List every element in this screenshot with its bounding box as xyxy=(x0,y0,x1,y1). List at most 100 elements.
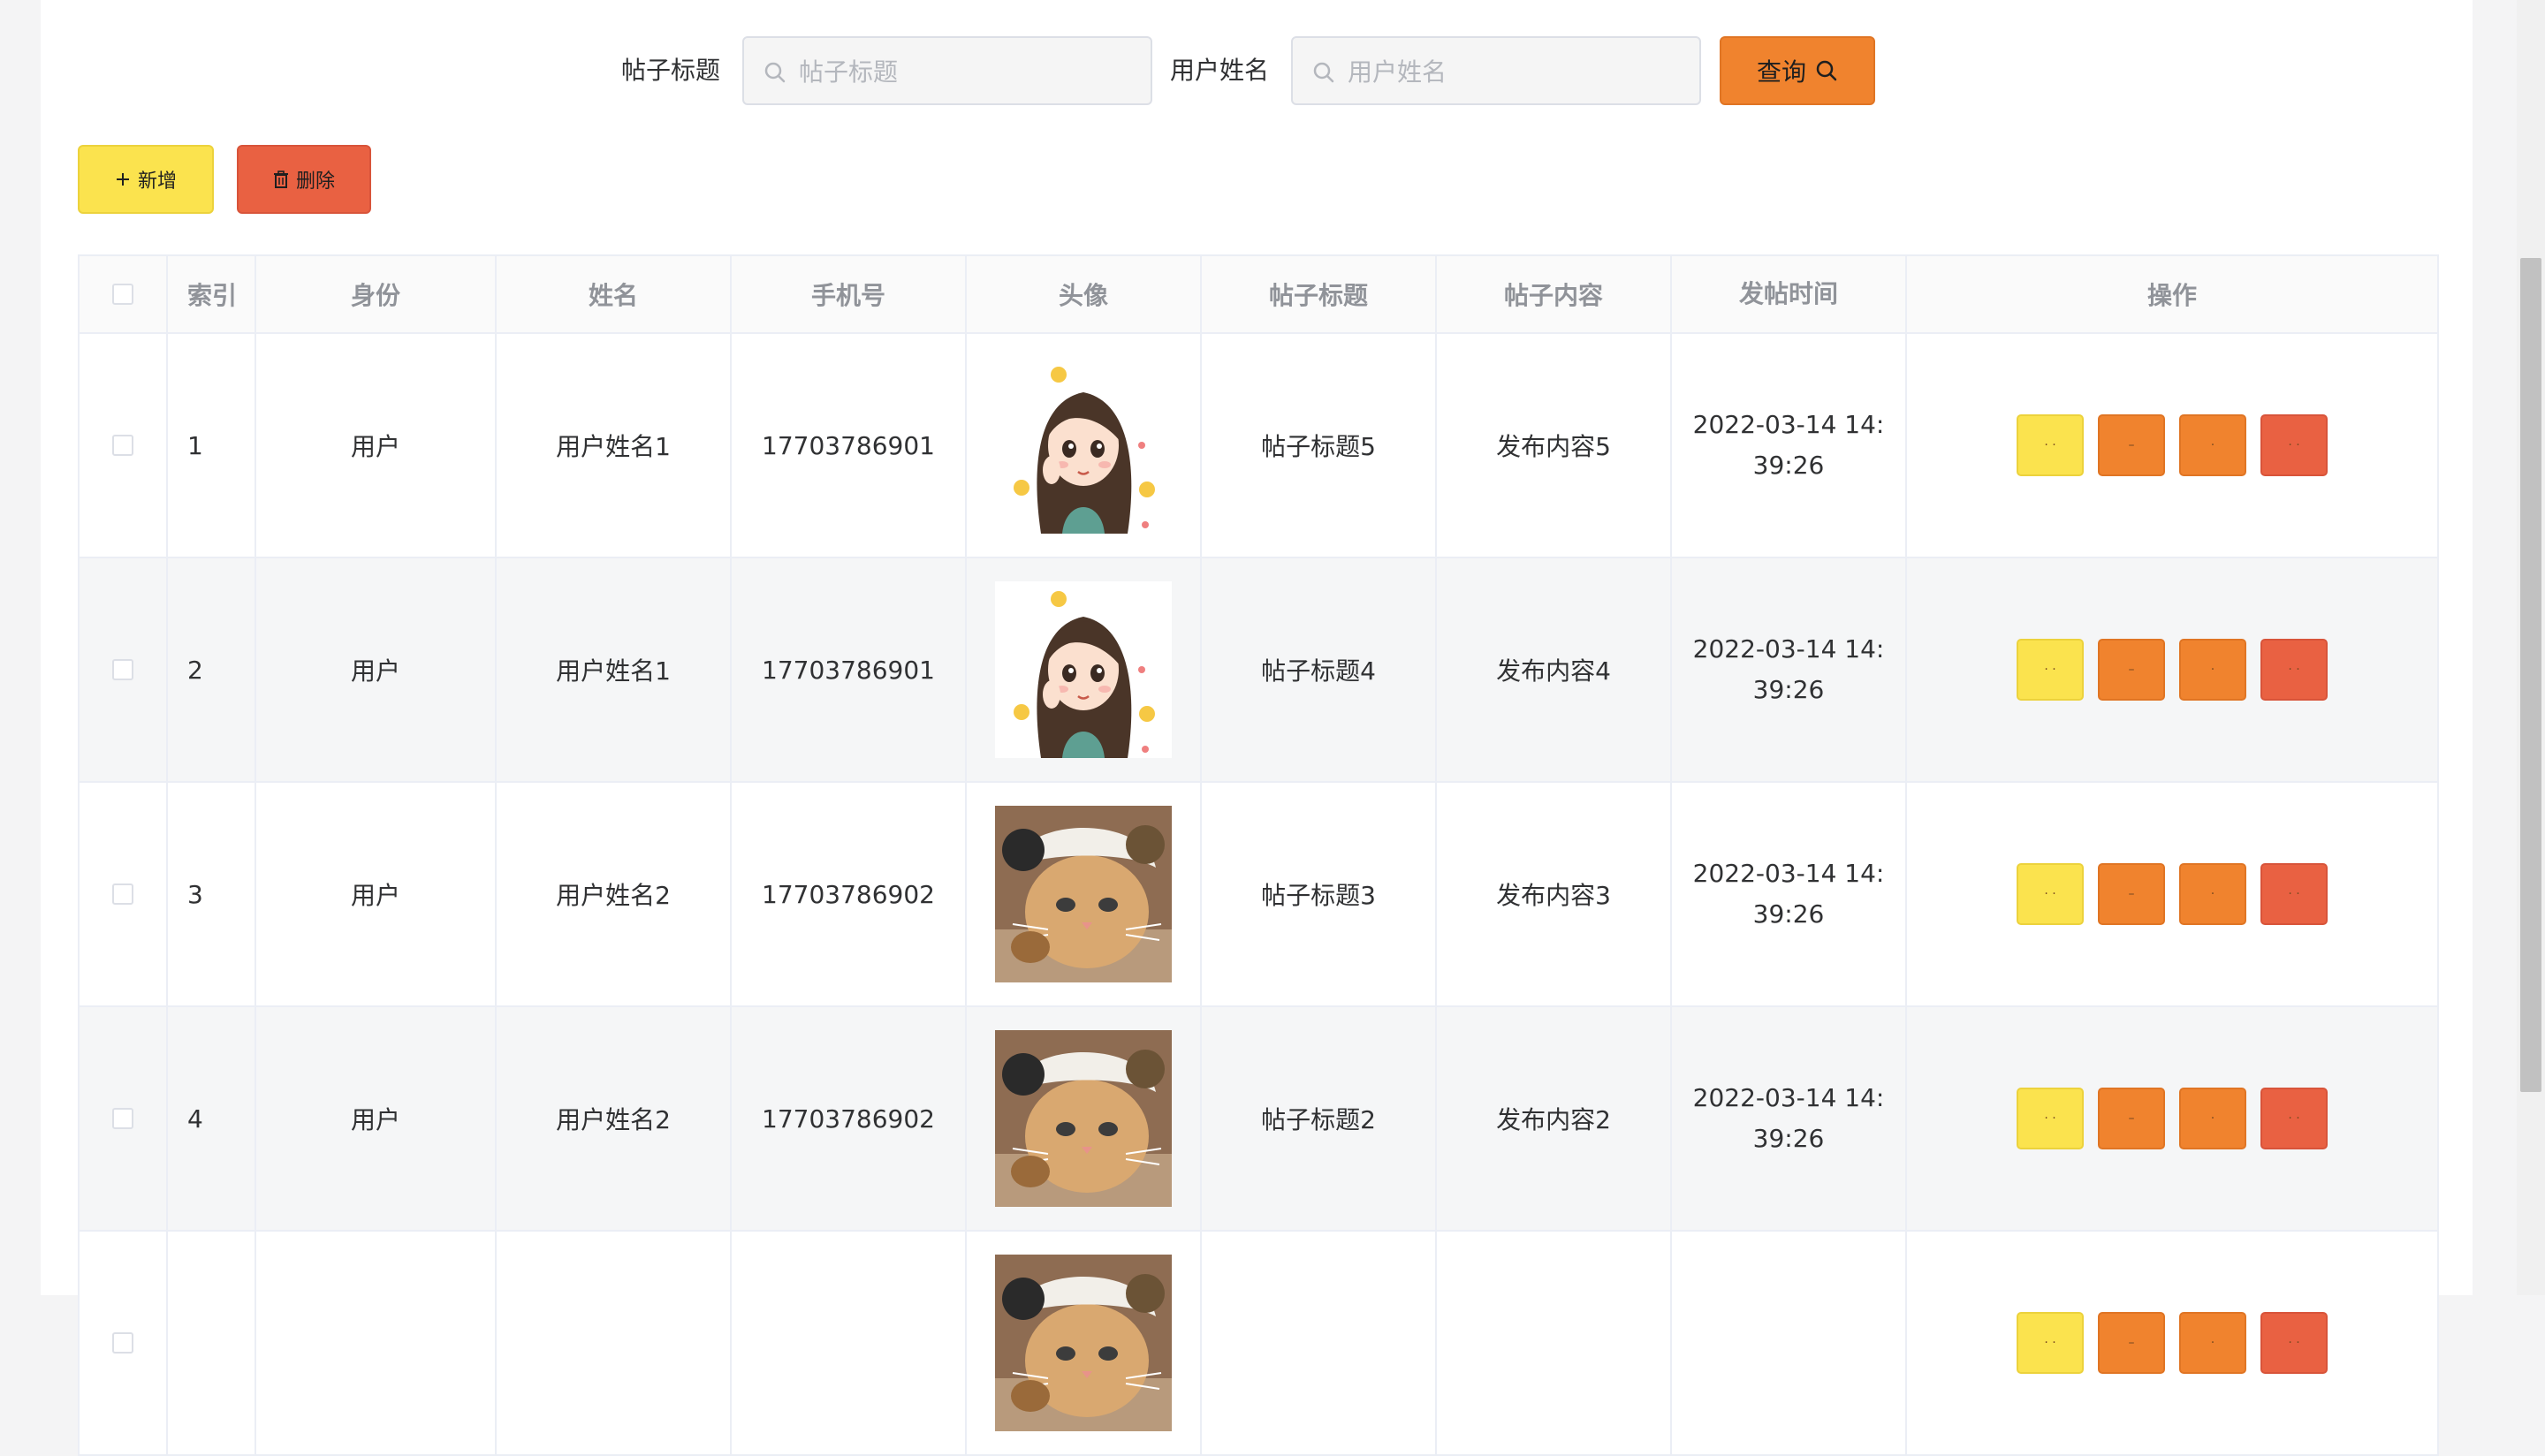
search-icon xyxy=(764,62,786,83)
row-actions: · · – · · · xyxy=(1907,1232,2439,1456)
row-action-button[interactable]: · · xyxy=(2260,1312,2328,1374)
query-button-label: 查询 xyxy=(1756,57,1806,87)
row-post-time: 2022-03-14 14:39:26 xyxy=(1672,1007,1907,1232)
row-action-button[interactable]: – xyxy=(2098,414,2165,476)
row-action-button[interactable]: · · xyxy=(2017,863,2084,925)
row-user-name: 用户姓名2 xyxy=(497,783,732,1007)
row-checkbox-cell xyxy=(80,558,168,783)
row-checkbox-cell xyxy=(80,1007,168,1232)
row-action-button[interactable]: · · xyxy=(2260,639,2328,701)
row-action-button[interactable]: · xyxy=(2179,639,2246,701)
row-action-button[interactable]: · xyxy=(2179,414,2246,476)
table-row: 2 用户 用户姓名1 17703786901 帖子标题4 发布内容4 2022-… xyxy=(80,558,2439,783)
select-all-checkbox[interactable] xyxy=(112,284,133,305)
delete-button[interactable]: 删除 xyxy=(237,145,371,214)
add-button[interactable]: 新增 xyxy=(78,145,214,214)
row-action-label: – xyxy=(2128,663,2135,677)
row-action-label: – xyxy=(2128,1111,2135,1126)
row-action-button[interactable]: · xyxy=(2179,1088,2246,1149)
row-checkbox-cell xyxy=(80,1232,168,1456)
row-action-label: · xyxy=(2210,663,2215,677)
row-post-time: 2022-03-14 14:39:26 xyxy=(1672,334,1907,558)
row-index: 4 xyxy=(168,1007,256,1232)
row-action-button[interactable]: · xyxy=(2179,863,2246,925)
user-name-label: 用户姓名 xyxy=(1170,56,1270,85)
row-action-button[interactable]: · · xyxy=(2260,863,2328,925)
user-name-search-field[interactable] xyxy=(1291,36,1701,105)
post-title-input[interactable] xyxy=(797,38,1145,105)
table-header-row: 索引 身份 姓名 手机号 头像 帖子标题 帖子内容 发帖时间 操作 xyxy=(80,256,2439,334)
row-actions: · · – · · · xyxy=(1907,1007,2439,1232)
row-action-button[interactable]: · · xyxy=(2017,1088,2084,1149)
row-action-label: · · xyxy=(2044,1336,2056,1350)
row-role xyxy=(256,1232,497,1456)
plus-icon xyxy=(116,173,129,186)
header-avatar: 头像 xyxy=(967,256,1202,334)
row-action-label: · · xyxy=(2044,1111,2056,1126)
row-index xyxy=(168,1232,256,1456)
row-action-label: – xyxy=(2128,438,2135,452)
row-checkbox-cell xyxy=(80,783,168,1007)
row-checkbox[interactable] xyxy=(112,883,133,905)
query-button[interactable]: 查询 xyxy=(1720,36,1875,105)
table-row: 1 用户 用户姓名1 17703786901 帖子标题5 发布内容5 2022-… xyxy=(80,334,2439,558)
avatar-image xyxy=(995,1255,1172,1431)
row-action-label: · · xyxy=(2044,438,2056,452)
row-checkbox[interactable] xyxy=(112,659,133,680)
row-action-button[interactable]: – xyxy=(2098,1088,2165,1149)
avatar-image xyxy=(995,357,1172,534)
row-post-title: 帖子标题5 xyxy=(1202,334,1437,558)
row-action-label: · xyxy=(2210,1111,2215,1126)
header-role: 身份 xyxy=(256,256,497,334)
row-index: 1 xyxy=(168,334,256,558)
row-post-title: 帖子标题3 xyxy=(1202,783,1437,1007)
row-action-button[interactable]: · · xyxy=(2260,414,2328,476)
row-action-label: · xyxy=(2210,887,2215,901)
post-title-search-field[interactable] xyxy=(742,36,1152,105)
row-checkbox[interactable] xyxy=(112,1332,133,1354)
row-phone xyxy=(732,1232,967,1456)
row-action-label: · · xyxy=(2288,438,2300,452)
row-user-name: 用户姓名1 xyxy=(497,558,732,783)
row-phone: 17703786902 xyxy=(732,783,967,1007)
row-action-button[interactable]: · · xyxy=(2017,639,2084,701)
row-action-button[interactable]: · xyxy=(2179,1312,2246,1374)
row-avatar-cell xyxy=(967,1232,1202,1456)
row-action-label: · xyxy=(2210,1336,2215,1350)
row-post-title: 帖子标题4 xyxy=(1202,558,1437,783)
row-post-title xyxy=(1202,1232,1437,1456)
row-checkbox[interactable] xyxy=(112,1108,133,1129)
row-post-content: 发布内容5 xyxy=(1437,334,1672,558)
row-role: 用户 xyxy=(256,783,497,1007)
header-post-content: 帖子内容 xyxy=(1437,256,1672,334)
table-body: 1 用户 用户姓名1 17703786901 帖子标题5 发布内容5 2022-… xyxy=(80,334,2439,1456)
search-icon xyxy=(1313,62,1334,83)
row-action-label: · · xyxy=(2044,887,2056,901)
row-action-button[interactable]: – xyxy=(2098,1312,2165,1374)
add-button-label: 新增 xyxy=(137,171,177,193)
user-name-input[interactable] xyxy=(1346,38,1694,105)
row-index: 2 xyxy=(168,558,256,783)
row-post-content: 发布内容4 xyxy=(1437,558,1672,783)
row-action-button[interactable]: · · xyxy=(2260,1088,2328,1149)
header-post-time: 发帖时间 xyxy=(1672,256,1907,334)
row-actions: · · – · · · xyxy=(1907,558,2439,783)
row-action-label: · · xyxy=(2288,887,2300,901)
row-action-button[interactable]: – xyxy=(2098,639,2165,701)
row-user-name: 用户姓名2 xyxy=(497,1007,732,1232)
row-action-button[interactable]: – xyxy=(2098,863,2165,925)
row-action-label: · · xyxy=(2288,1111,2300,1126)
row-action-label: · · xyxy=(2044,663,2056,677)
header-checkbox-cell xyxy=(80,256,168,334)
header-index: 索引 xyxy=(168,256,256,334)
row-action-button[interactable]: · · xyxy=(2017,414,2084,476)
scrollbar-thumb[interactable] xyxy=(2520,258,2541,1092)
avatar-image xyxy=(995,581,1172,758)
row-checkbox[interactable] xyxy=(112,435,133,456)
row-action-button[interactable]: · · xyxy=(2017,1312,2084,1374)
row-avatar-cell xyxy=(967,334,1202,558)
row-post-title: 帖子标题2 xyxy=(1202,1007,1437,1232)
row-index: 3 xyxy=(168,783,256,1007)
row-action-label: · · xyxy=(2288,1336,2300,1350)
row-avatar-cell xyxy=(967,783,1202,1007)
